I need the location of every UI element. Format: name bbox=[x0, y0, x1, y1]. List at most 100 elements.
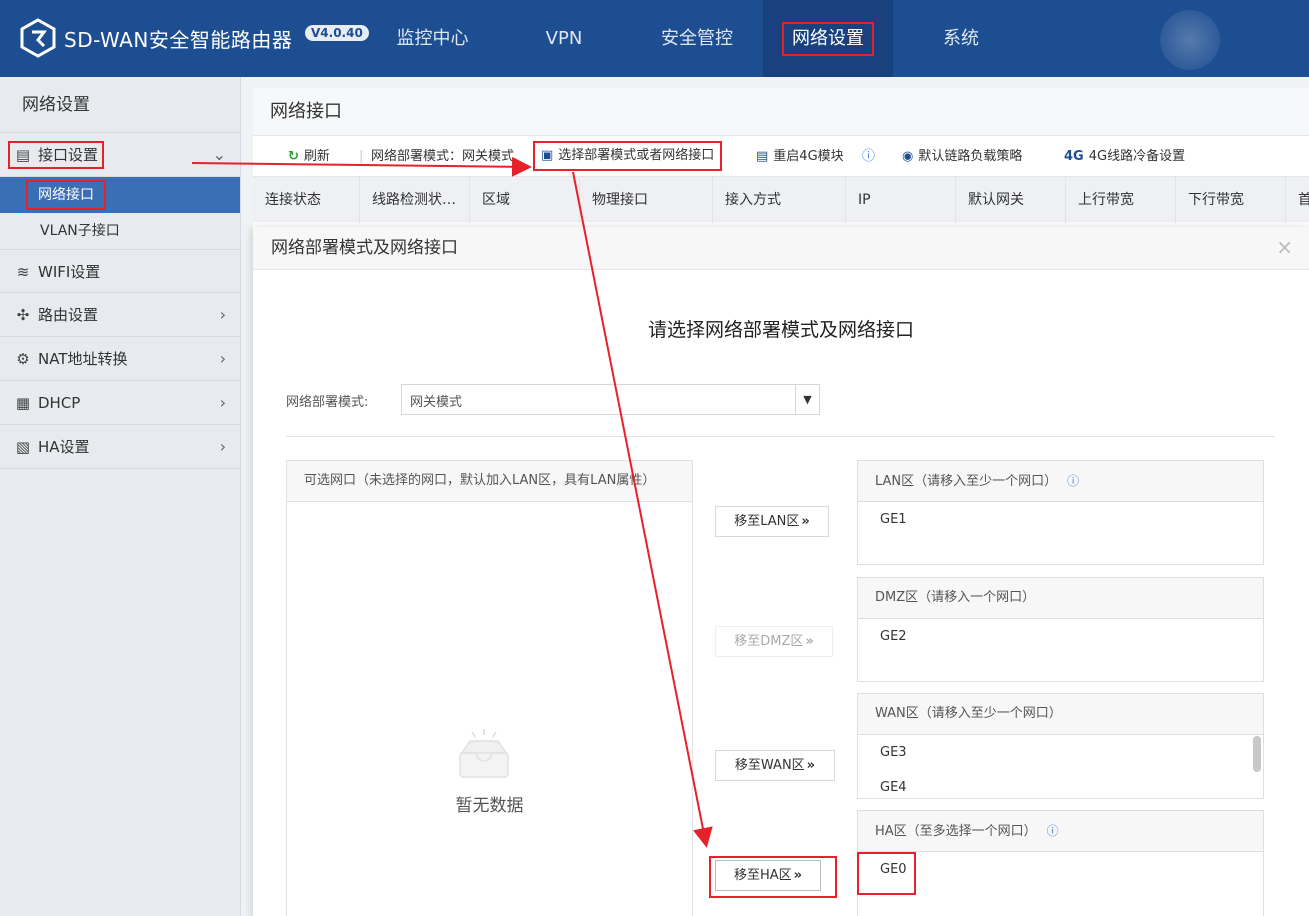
chevron-right-icon: › bbox=[219, 437, 226, 456]
wan-port-list[interactable]: GE3 GE4 bbox=[858, 735, 1263, 798]
nav-security[interactable]: 安全管控 bbox=[632, 0, 762, 77]
wan-port-item[interactable]: GE4 bbox=[858, 770, 1263, 805]
route-icon: ✣ bbox=[16, 306, 30, 324]
dialog-title: 网络部署模式及网络接口 bbox=[253, 227, 1309, 270]
logo-icon bbox=[20, 18, 56, 58]
sidebar-item-nat-label: NAT地址转换 bbox=[38, 350, 128, 368]
sidebar-item-wifi[interactable]: ≋ WIFI设置 bbox=[0, 249, 240, 293]
move-to-wan-button[interactable]: 移至WAN区» bbox=[715, 750, 835, 781]
empty-state-text: 暂无数据 bbox=[455, 796, 524, 816]
dmz-port-item[interactable]: GE2 bbox=[858, 619, 1263, 654]
wan-port-item[interactable]: GE3 bbox=[858, 735, 1263, 770]
default-lb-label: 默认链路负载策略 bbox=[918, 149, 1023, 164]
nav-security-label: 安全管控 bbox=[661, 28, 733, 49]
document-icon: ▤ bbox=[756, 149, 769, 164]
info-icon[interactable]: ⓘ bbox=[862, 144, 875, 170]
lan-zone-panel: LAN区（请移入至少一个网口） ⓘ GE1 bbox=[857, 460, 1264, 565]
backup-4g-button[interactable]: 4G 4G线路冷备设置 bbox=[1064, 144, 1185, 170]
double-chevron-icon: » bbox=[793, 868, 803, 883]
dhcp-icon: ▦ bbox=[15, 394, 31, 412]
available-ports-header: 可选网口（未选择的网口，默认加入LAN区，具有LAN属性） bbox=[287, 461, 692, 502]
sidebar-item-nat[interactable]: ⚙ NAT地址转换 › bbox=[0, 337, 240, 381]
refresh-button[interactable]: ↻ 刷新 bbox=[288, 144, 330, 170]
nav-vpn-label: VPN bbox=[545, 28, 583, 49]
table-header: 连接状态 线路检测状… 区域 物理接口 接入方式 IP 默认网关 上行带宽 下行… bbox=[253, 176, 1309, 223]
sidebar-item-route-label: 路由设置 bbox=[38, 306, 99, 324]
nav-network-settings-label: 网络设置 bbox=[782, 22, 874, 56]
wan-zone-panel: WAN区（请移入至少一个网口） GE3 GE4 bbox=[857, 693, 1264, 799]
lan-zone-header-label: LAN区（请移入至少一个网口） bbox=[875, 474, 1058, 489]
balance-icon: ◉ bbox=[902, 149, 914, 164]
empty-inbox-icon bbox=[459, 729, 509, 778]
col-zone[interactable]: 区域 bbox=[470, 177, 580, 223]
sidebar-item-route[interactable]: ✣ 路由设置 › bbox=[0, 293, 240, 337]
chevron-right-icon: › bbox=[219, 305, 226, 324]
sidebar-subitem-network-interface-label: 网络接口 bbox=[26, 180, 106, 210]
select-mode-label: 选择部署模式或者网络接口 bbox=[558, 148, 715, 163]
info-icon[interactable]: ⓘ bbox=[1047, 824, 1059, 838]
backup-4g-label: 4G线路冷备设置 bbox=[1088, 149, 1186, 164]
sidebar-subitem-network-interface[interactable]: 网络接口 bbox=[0, 177, 240, 213]
top-header: SD-WAN安全智能路由器 V4.0.40 监控中心 VPN 安全管控 网络设置… bbox=[0, 0, 1309, 77]
ha-icon: ▧ bbox=[15, 438, 31, 456]
dmz-zone-header: DMZ区（请移入一个网口） bbox=[858, 578, 1263, 619]
scrollbar[interactable] bbox=[1253, 736, 1261, 772]
ha-zone-panel: HA区（至多选择一个网口） ⓘ GE0 bbox=[857, 810, 1264, 916]
deploy-mode-label: 网络部署模式: bbox=[286, 395, 369, 410]
nav-monitor[interactable]: 监控中心 bbox=[370, 0, 495, 77]
move-to-wan-label: 移至WAN区 bbox=[734, 758, 805, 773]
sidebar-subitem-vlan[interactable]: VLAN子接口 bbox=[0, 213, 240, 249]
refresh-icon: ↻ bbox=[288, 149, 299, 164]
interface-highlight: ▤ 接口设置 bbox=[8, 141, 105, 169]
double-chevron-icon: » bbox=[805, 634, 814, 649]
move-to-dmz-button[interactable]: 移至DMZ区» bbox=[715, 626, 833, 657]
sidebar-title: 网络设置 bbox=[0, 77, 240, 133]
page-title: 网络接口 bbox=[253, 88, 1309, 136]
col-downstream-bw[interactable]: 下行带宽 bbox=[1176, 177, 1286, 223]
select-mode-button[interactable]: ▣ 选择部署模式或者网络接口 bbox=[533, 141, 723, 171]
col-upstream-bw[interactable]: 上行带宽 bbox=[1066, 177, 1176, 223]
sidebar-subitem-vlan-label: VLAN子接口 bbox=[40, 223, 120, 239]
double-chevron-icon: » bbox=[801, 514, 810, 529]
nav-monitor-label: 监控中心 bbox=[396, 28, 469, 49]
sidebar-item-ha[interactable]: ▧ HA设置 › bbox=[0, 425, 240, 469]
close-icon[interactable]: × bbox=[1276, 235, 1293, 259]
move-to-ha-button[interactable]: 移至HA区» bbox=[715, 860, 821, 891]
nav-system-label: 系统 bbox=[943, 28, 979, 49]
4g-icon: 4G bbox=[1064, 149, 1084, 164]
default-lb-button[interactable]: ◉ 默认链路负载策略 bbox=[902, 144, 1022, 170]
nav-network-settings[interactable]: 网络设置 bbox=[763, 0, 893, 77]
version-badge: V4.0.40 bbox=[305, 25, 369, 41]
nav-system[interactable]: 系统 bbox=[896, 0, 1026, 77]
chevron-down-icon: ▼ bbox=[795, 385, 819, 414]
col-physical-interface[interactable]: 物理接口 bbox=[580, 177, 713, 223]
deploy-mode-text: 网络部署模式：网关模式 bbox=[371, 149, 515, 164]
info-icon[interactable]: ⓘ bbox=[1067, 474, 1079, 488]
move-to-lan-button[interactable]: 移至LAN区» bbox=[715, 506, 829, 537]
col-default-gateway[interactable]: 默认网关 bbox=[956, 177, 1066, 223]
deploy-mode-value: 网关模式 bbox=[410, 395, 463, 410]
dialog-subtitle: 请选择网络部署模式及网络接口 bbox=[647, 319, 914, 341]
col-more[interactable]: 首 bbox=[1286, 177, 1309, 223]
deploy-mode-select[interactable]: 网关模式 ▼ bbox=[401, 384, 820, 415]
sidebar-item-dhcp[interactable]: ▦ DHCP › bbox=[0, 381, 240, 425]
lan-port-item[interactable]: GE1 bbox=[858, 502, 1263, 537]
move-to-lan-label: 移至LAN区 bbox=[734, 514, 800, 529]
col-line-check[interactable]: 线路检测状… bbox=[360, 177, 470, 223]
gear-icon: ⚙ bbox=[16, 350, 30, 368]
ha-port-item[interactable]: GE0 bbox=[858, 852, 1263, 887]
restart-4g-button[interactable]: ▤ 重启4G模块 bbox=[756, 144, 844, 170]
col-connection-status[interactable]: 连接状态 bbox=[253, 177, 360, 223]
chevron-right-icon: › bbox=[219, 393, 226, 412]
sidebar-item-interface[interactable]: ▤ 接口设置 ⌄ bbox=[0, 133, 240, 177]
header-decoration bbox=[1160, 10, 1220, 70]
ha-zone-header: HA区（至多选择一个网口） ⓘ bbox=[858, 811, 1263, 852]
refresh-label: 刷新 bbox=[303, 149, 330, 164]
divider bbox=[286, 436, 1275, 437]
nav-vpn[interactable]: VPN bbox=[500, 0, 628, 77]
col-ip[interactable]: IP bbox=[846, 177, 956, 223]
restart-4g-label: 重启4G模块 bbox=[773, 149, 844, 164]
available-ports-panel: 可选网口（未选择的网口，默认加入LAN区，具有LAN属性） 暂无数据 bbox=[286, 460, 693, 916]
col-access-mode[interactable]: 接入方式 bbox=[713, 177, 846, 223]
lan-zone-header: LAN区（请移入至少一个网口） ⓘ bbox=[858, 461, 1263, 502]
